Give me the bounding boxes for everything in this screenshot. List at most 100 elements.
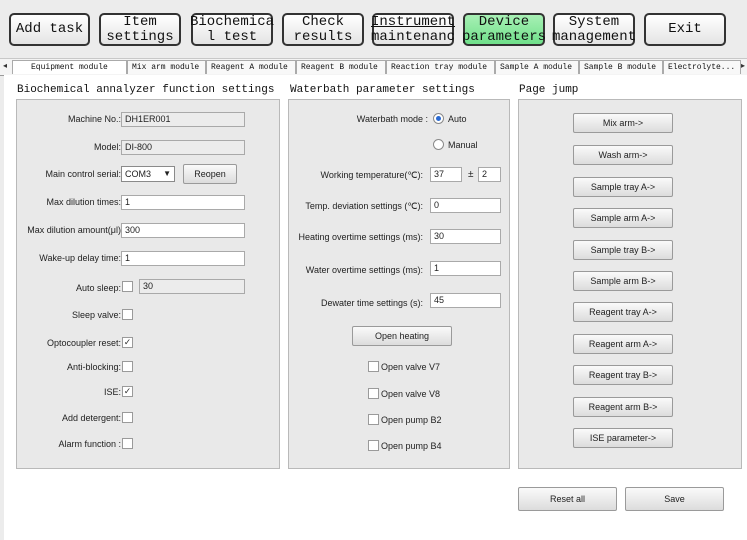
jump-wash-arm-button[interactable]: Wash arm-> (573, 145, 673, 165)
wakeup-delay-label: Wake-up delay time: (39, 253, 121, 263)
tab-reaction-tray-module[interactable]: Reaction tray module (386, 60, 495, 74)
item-settings-button[interactable]: Item settings (99, 13, 181, 46)
main-control-serial-select[interactable]: COM3 ▼ (121, 166, 175, 182)
working-temperature-input[interactable]: 37 (430, 167, 462, 182)
tab-sample-b-module[interactable]: Sample B module (579, 60, 663, 74)
add-task-label: Add task (15, 21, 84, 37)
anti-blocking-label: Anti-blocking: (66, 362, 121, 372)
max-dilution-amount-label: Max dilution amount(μl) (27, 225, 121, 235)
device-parameters-label-2: parameters (462, 28, 547, 45)
sleep-valve-label: Sleep valve: (71, 310, 121, 320)
add-detergent-checkbox[interactable] (122, 412, 133, 423)
auto-sleep-checkbox[interactable] (122, 281, 133, 292)
open-valve-v7-label: Open valve V7 (381, 362, 441, 372)
jump-reagent-tray-b-button[interactable]: Reagent tray B-> (573, 365, 673, 385)
auto-sleep-minutes-field: 30 (139, 279, 245, 294)
plus-minus-label: ± (468, 169, 474, 180)
waterbath-mode-manual-radio[interactable] (433, 139, 444, 150)
waterbath-mode-auto-radio[interactable] (433, 113, 444, 124)
heating-overtime-label: Heating overtime settings (ms): (298, 232, 423, 242)
item-settings-label-2: settings (106, 28, 174, 45)
exit-label: Exit (668, 21, 702, 37)
alarm-function-checkbox[interactable] (122, 438, 133, 449)
max-dilution-times-input[interactable]: 1 (121, 195, 245, 210)
max-dilution-times-label: Max dilution times: (46, 197, 121, 207)
device-parameters-button[interactable]: Device parameters (462, 13, 547, 46)
anti-blocking-checkbox[interactable] (122, 361, 133, 372)
jump-sample-tray-a-button[interactable]: Sample tray A-> (573, 177, 673, 197)
instrument-maintenance-button[interactable]: Instrument maintenanc (371, 13, 456, 46)
open-heating-button[interactable]: Open heating (352, 326, 452, 346)
sleep-valve-checkbox[interactable] (122, 309, 133, 320)
wakeup-delay-input[interactable]: 1 (121, 251, 245, 266)
save-button[interactable]: Save (625, 487, 724, 511)
jump-sample-tray-b-button[interactable]: Sample tray B-> (573, 240, 673, 260)
optocoupler-reset-checkbox[interactable]: ✓ (122, 337, 133, 348)
tab-equipment-module[interactable]: Equipment module (12, 60, 127, 74)
jump-sample-arm-a-button[interactable]: Sample arm A-> (573, 208, 673, 228)
jump-reagent-tray-a-button[interactable]: Reagent tray A-> (573, 302, 673, 322)
jump-mix-arm-button[interactable]: Mix arm-> (573, 113, 673, 133)
waterbath-settings-panel: Waterbath mode : Auto Manual Working tem… (288, 99, 510, 469)
tab-reagent-b-module[interactable]: Reagent B module (296, 60, 386, 74)
temp-deviation-label: Temp. deviation settings (℃): (305, 201, 423, 211)
ise-checkbox[interactable]: ✓ (122, 386, 133, 397)
reopen-button[interactable]: Reopen (183, 164, 237, 184)
auto-sleep-label: Auto sleep: (75, 283, 121, 293)
open-valve-v8-checkbox[interactable] (368, 388, 379, 399)
max-dilution-amount-input[interactable]: 300 (121, 223, 245, 238)
open-pump-b2-checkbox[interactable] (368, 414, 379, 425)
working-temperature-tolerance-input[interactable]: 2 (478, 167, 501, 182)
tab-reagent-a-module[interactable]: Reagent A module (206, 60, 296, 74)
open-pump-b4-checkbox[interactable] (368, 440, 379, 451)
biochemical-test-label-1: Biochemica (190, 13, 275, 30)
biochem-settings-panel: Machine No.: DH1ER001 Model: DI-800 Main… (16, 99, 280, 469)
tab-scroll-right-icon[interactable]: ▸ (741, 61, 745, 70)
page-jump-panel: Mix arm-> Wash arm-> Sample tray A-> Sam… (518, 99, 742, 469)
exit-button[interactable]: Exit (644, 13, 726, 46)
model-field: DI-800 (121, 140, 245, 155)
add-task-button[interactable]: Add task (9, 13, 90, 46)
system-management-label-1: System (568, 13, 620, 30)
waterbath-mode-auto-label: Auto (448, 114, 467, 124)
model-label: Model: (93, 142, 121, 152)
working-temperature-label: Working temperature(℃): (320, 170, 423, 180)
biochemical-test-button[interactable]: Biochemica l test (190, 13, 275, 46)
optocoupler-reset-label: Optocoupler reset: (46, 338, 121, 348)
module-tab-strip: ◂ Equipment module Mix arm module Reagen… (0, 58, 747, 76)
dewater-time-label: Dewater time settings (s): (320, 298, 423, 308)
jump-reagent-arm-b-button[interactable]: Reagent arm B-> (573, 397, 673, 417)
add-detergent-label: Add detergent: (61, 413, 121, 423)
main-toolbar: Add task Item settings Biochemica l test… (0, 0, 747, 58)
tab-scroll-left-icon[interactable]: ◂ (3, 61, 7, 70)
tab-electrolyte[interactable]: Electrolyte... (663, 60, 741, 74)
device-parameters-label-1: Device (478, 13, 530, 30)
pagejump-section-title: Page jump (519, 84, 579, 96)
item-settings-label-1: Item (123, 13, 157, 30)
water-overtime-label: Water overtime settings (ms): (305, 265, 423, 275)
instrument-maintenance-label-1: Instrument (371, 13, 456, 30)
open-valve-v7-checkbox[interactable] (368, 361, 379, 372)
dewater-time-input[interactable]: 45 (430, 293, 501, 308)
check-results-button[interactable]: Check results (282, 13, 364, 46)
machine-no-field: DH1ER001 (121, 112, 245, 127)
open-pump-b2-label: Open pump B2 (381, 415, 442, 425)
system-management-label-2: management (552, 28, 637, 45)
serial-selected-value: COM3 (125, 169, 152, 179)
temp-deviation-input[interactable]: 0 (430, 198, 501, 213)
heating-overtime-input[interactable]: 30 (430, 229, 501, 244)
ise-label: ISE: (103, 387, 121, 397)
equipment-module-page: Biochemical annalyzer function settings … (4, 75, 747, 540)
system-management-button[interactable]: System management (552, 13, 637, 46)
waterbath-mode-manual-label: Manual (448, 140, 478, 150)
tab-sample-a-module[interactable]: Sample A module (495, 60, 579, 74)
jump-ise-parameter-button[interactable]: ISE parameter-> (573, 428, 673, 448)
chevron-down-icon: ▼ (163, 169, 171, 178)
reset-all-button[interactable]: Reset all (518, 487, 617, 511)
jump-sample-arm-b-button[interactable]: Sample arm B-> (573, 271, 673, 291)
water-overtime-input[interactable]: 1 (430, 261, 501, 276)
machine-no-label: Machine No.: (67, 114, 121, 124)
open-valve-v8-label: Open valve V8 (381, 389, 441, 399)
jump-reagent-arm-a-button[interactable]: Reagent arm A-> (573, 334, 673, 354)
tab-mix-arm-module[interactable]: Mix arm module (127, 60, 206, 74)
